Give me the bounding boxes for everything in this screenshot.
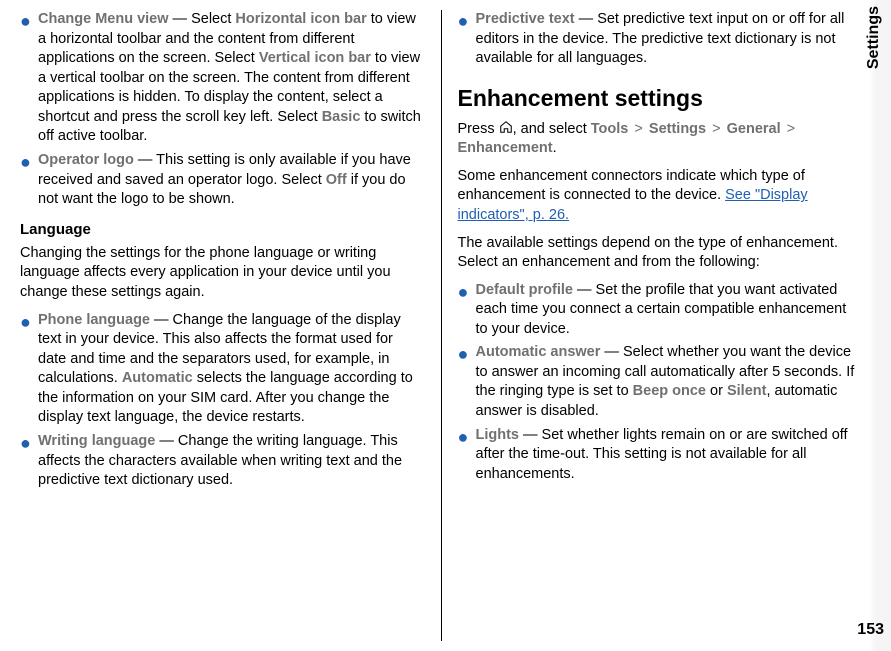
breadcrumb: Press , and select Tools > Settings > Ge… — [458, 120, 856, 159]
list-item: ●Default profile — Set the profile that … — [458, 281, 856, 340]
ui-term: Off — [326, 172, 347, 188]
list-item: ●Change Menu view — Select Horizontal ic… — [20, 10, 425, 147]
subheading-language: Language — [20, 220, 425, 240]
list-item-term: Change Menu view — [38, 11, 169, 27]
breadcrumb-press: Press — [458, 121, 499, 137]
list-item: ●Lights — Set whether lights remain on o… — [458, 426, 856, 485]
page-number: 153 — [857, 619, 884, 641]
list-item: ●Predictive text — Set predictive text i… — [458, 10, 856, 69]
list-item-content: Lights — Set whether lights remain on or… — [476, 426, 856, 485]
right-column: ●Predictive text — Set predictive text i… — [442, 10, 864, 641]
list-item-content: Writing language — Change the writing la… — [38, 432, 425, 491]
ui-term: Automatic — [122, 370, 193, 386]
paragraph: Some enhancement connectors indicate whi… — [458, 167, 856, 226]
list-item-content: Change Menu view — Select Horizontal ico… — [38, 10, 425, 147]
breadcrumb-item: Enhancement — [458, 140, 553, 156]
list-item: ●Operator logo — This setting is only av… — [20, 151, 425, 210]
breadcrumb-separator: > — [781, 121, 798, 137]
list-item: ●Phone language — Change the language of… — [20, 311, 425, 428]
list-item-term: Operator logo — [38, 152, 134, 168]
bullet-icon: ● — [20, 432, 38, 491]
right-edge-shadow — [869, 0, 891, 651]
list-item-term: Default profile — [476, 282, 573, 298]
breadcrumb-item: Settings — [649, 121, 706, 137]
breadcrumb-and-select: , and select — [513, 121, 591, 137]
breadcrumb-item: Tools — [591, 121, 629, 137]
content-columns: ●Change Menu view — Select Horizontal ic… — [20, 10, 863, 641]
ui-term: Vertical icon bar — [259, 50, 371, 66]
list-item-content: Predictive text — Set predictive text in… — [476, 10, 856, 69]
left-column: ●Change Menu view — Select Horizontal ic… — [20, 10, 442, 641]
section-heading-enhancement: Enhancement settings — [458, 83, 856, 114]
bullet-icon: ● — [20, 10, 38, 147]
list-item-content: Automatic answer — Select whether you wa… — [476, 343, 856, 421]
bullet-icon: ● — [458, 343, 476, 421]
paragraph: Changing the settings for the phone lang… — [20, 244, 425, 303]
ui-term: Horizontal icon bar — [235, 11, 366, 27]
list-item-term: Phone language — [38, 312, 150, 328]
list-item-content: Default profile — Set the profile that y… — [476, 281, 856, 340]
breadcrumb-separator: > — [628, 121, 649, 137]
breadcrumb-separator: > — [706, 121, 727, 137]
bullet-icon: ● — [20, 311, 38, 428]
ui-term: Beep once — [633, 383, 706, 399]
bullet-icon: ● — [20, 151, 38, 210]
list-item: ●Writing language — Change the writing l… — [20, 432, 425, 491]
list-item-content: Phone language — Change the language of … — [38, 311, 425, 428]
bullet-icon: ● — [458, 281, 476, 340]
paragraph: The available settings depend on the typ… — [458, 234, 856, 273]
list-item-term: Writing language — [38, 433, 155, 449]
list-item: ●Automatic answer — Select whether you w… — [458, 343, 856, 421]
list-item-content: Operator logo — This setting is only ava… — [38, 151, 425, 210]
section-label: Settings — [863, 6, 885, 69]
home-icon — [499, 121, 513, 137]
bullet-icon: ● — [458, 10, 476, 69]
ui-term: Silent — [727, 383, 766, 399]
list-item-term: Automatic answer — [476, 344, 601, 360]
link-display-indicators[interactable]: See "Display indicators", p. 26. — [458, 187, 808, 223]
list-item-term: Lights — [476, 427, 520, 443]
ui-term: Basic — [322, 109, 361, 125]
list-item-term: Predictive text — [476, 11, 575, 27]
bullet-icon: ● — [458, 426, 476, 485]
breadcrumb-item: General — [727, 121, 781, 137]
